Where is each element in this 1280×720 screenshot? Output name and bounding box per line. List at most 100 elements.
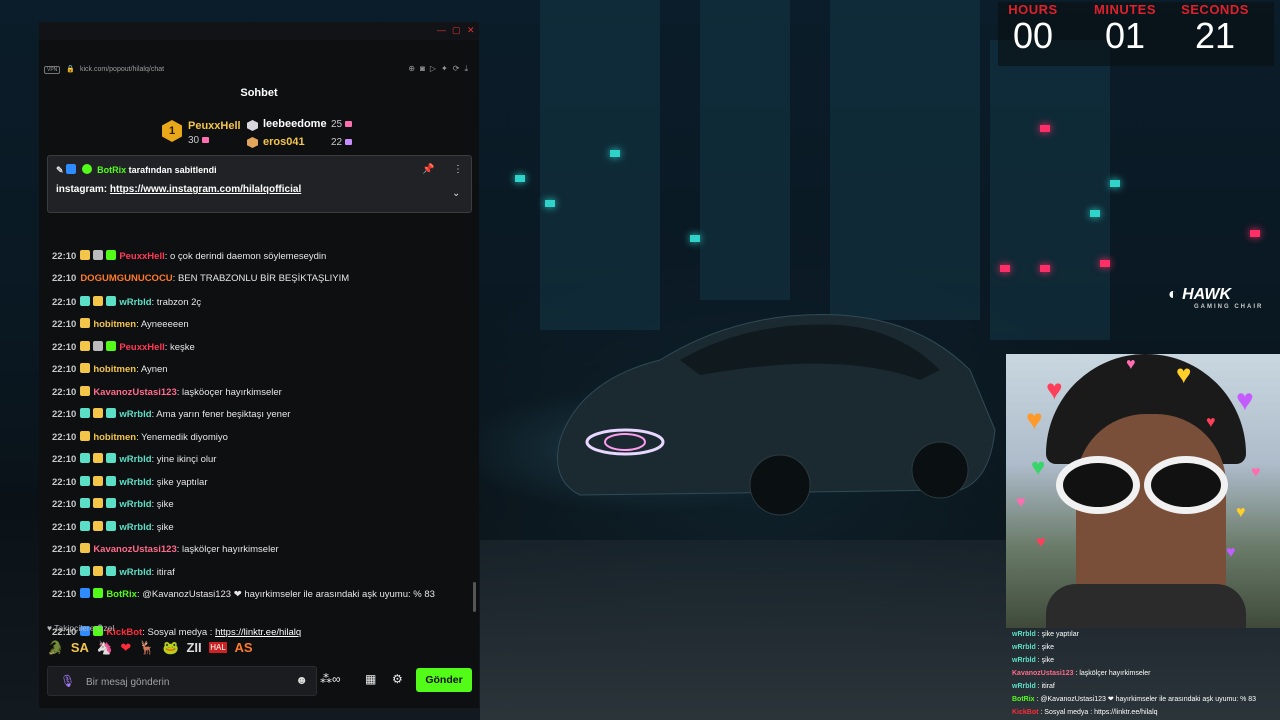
overlay-username: wRrbld — [1012, 683, 1036, 690]
message-username[interactable]: KavanozUstasi123 — [93, 387, 176, 398]
message-username[interactable]: KavanozUstasi123 — [93, 544, 176, 555]
chat-message: 22:10 wRrbld: şike yaptılar — [52, 476, 462, 489]
message-username[interactable]: hobitmen — [93, 432, 136, 443]
user-badge-icon — [93, 341, 104, 351]
message-link[interactable]: https://linktr.ee/hilalq — [215, 627, 301, 638]
user-badge-icon — [80, 318, 91, 328]
chat-window: — ▢ ✕ VPN 🔒 kick.com/popout/hilalq/chat … — [39, 22, 479, 708]
top-gifter-name[interactable]: PeuxxHell — [188, 120, 241, 132]
more-options-icon[interactable]: ⋮ — [453, 164, 463, 175]
chat-message: 22:10 hobitmen: Aynen — [52, 363, 462, 376]
heart-icon: ♥ — [1026, 404, 1043, 435]
overlay-username: wRrbld — [1012, 631, 1036, 638]
send-button[interactable]: Gönder — [416, 668, 472, 692]
gifter3-count: 22 — [331, 137, 353, 148]
message-timestamp: 22:10 — [52, 454, 77, 465]
emote[interactable]: 🦄 — [97, 640, 113, 656]
chevron-down-icon[interactable]: ⌄ — [452, 188, 460, 199]
scrollbar[interactable] — [473, 582, 476, 612]
message-timestamp: 22:10 — [52, 387, 77, 398]
overlay-text: : laşkölçer hayırkimseler — [1073, 670, 1151, 677]
rank3-badge-icon — [247, 137, 258, 148]
message-username[interactable]: wRrbld — [119, 499, 151, 510]
overlay-username: wRrbld — [1012, 644, 1036, 651]
message-username[interactable]: wRrbld — [119, 297, 151, 308]
emote[interactable]: SA — [71, 640, 89, 655]
message-username[interactable]: hobitmen — [93, 319, 136, 330]
message-text: : Ayneeeeen — [136, 319, 189, 330]
message-username[interactable]: DOGUMGUNUCOCU — [80, 273, 172, 284]
message-timestamp: 22:10 — [52, 251, 77, 262]
hours-value: 00 — [1012, 15, 1054, 56]
url-text[interactable]: kick.com/popout/hilalq/chat — [80, 66, 164, 73]
address-bar[interactable]: VPN 🔒 kick.com/popout/hilalq/chat ⊕◙▷✦⟳⤓ — [39, 60, 479, 82]
emote-bar[interactable]: 🐊 SA 🦄 ❤ 🦌 🐸 ZII HAL AS — [47, 639, 257, 659]
overlay-chat: wRrbld : şike yaptılar wRrbld : şike wRrbl… — [1012, 628, 1280, 720]
message-username[interactable]: BotRix — [106, 589, 137, 600]
browser-toolbar-icons[interactable]: ⊕◙▷✦⟳⤓ — [408, 64, 473, 74]
heart-icon: ♥ — [1236, 504, 1246, 521]
gifter3-name[interactable]: eros041 — [263, 136, 305, 148]
vpn-badge[interactable]: VPN — [44, 66, 61, 74]
overlay-text: : Sosyal medya : https://linktr.ee/hilal… — [1038, 709, 1158, 716]
rank2-badge-icon — [247, 120, 258, 131]
message-username[interactable]: PeuxxHell — [119, 251, 164, 262]
emoji-picker-icon[interactable]: ☻ — [295, 673, 308, 687]
emote[interactable]: AS — [234, 640, 252, 655]
message-username[interactable]: wRrbld — [119, 477, 151, 488]
message-username[interactable]: wRrbld — [119, 454, 151, 465]
minimize-icon[interactable]: — — [437, 25, 446, 35]
emote[interactable]: HAL — [209, 642, 227, 654]
points-icon[interactable]: ⁂∞ — [320, 672, 341, 686]
message-input-container[interactable]: 🎙 ☻ — [47, 666, 317, 696]
seconds-value: 21 — [1194, 15, 1236, 56]
pinned-link[interactable]: https://www.instagram.com/hilalqofficial — [110, 184, 301, 195]
user-badge-icon — [93, 453, 104, 463]
emote[interactable]: 🐊 — [47, 640, 63, 656]
emote[interactable]: ZII — [186, 640, 201, 655]
message-input[interactable] — [84, 672, 288, 692]
neon-light — [1090, 210, 1100, 217]
emote[interactable]: 🦌 — [139, 640, 155, 656]
overlay-chat-row: wRrbld : şike — [1012, 641, 1280, 654]
heart-icon: ♥ — [1031, 454, 1046, 481]
chat-title: Sohbet — [240, 87, 278, 99]
message-timestamp: 22:10 — [52, 297, 77, 308]
message-username[interactable]: PeuxxHell — [119, 342, 164, 353]
maximize-icon[interactable]: ▢ — [452, 25, 461, 36]
emote[interactable]: 🐸 — [163, 640, 179, 656]
chat-message: 22:10 PeuxxHell: o çok derindi daemon söy… — [52, 250, 462, 263]
message-username[interactable]: wRrbld — [119, 522, 151, 533]
pinned-by-user[interactable]: BotRix — [97, 165, 126, 175]
user-badge-icon — [80, 386, 91, 396]
neon-light — [1040, 265, 1050, 272]
gift-shop-icon[interactable]: ▦ — [365, 672, 376, 686]
gift-icon — [345, 121, 353, 128]
message-username[interactable]: wRrbld — [119, 567, 151, 578]
message-timestamp: 22:10 — [52, 319, 77, 330]
overlay-text: : şike yaptılar — [1035, 631, 1079, 638]
message-timestamp: 22:10 — [52, 522, 77, 533]
gear-icon[interactable]: ⚙ — [392, 672, 403, 686]
unpin-icon[interactable]: 📌 — [422, 164, 434, 175]
message-timestamp: 22:10 — [52, 409, 77, 420]
user-badge-icon — [80, 363, 91, 373]
neon-light — [515, 175, 525, 182]
message-username[interactable]: wRrbld — [119, 409, 151, 420]
user-badge-icon — [80, 476, 91, 486]
gifter2-name[interactable]: leebeedome — [263, 118, 327, 130]
building — [830, 0, 980, 320]
heart-icon: ♥ — [1046, 374, 1063, 405]
close-icon[interactable]: ✕ — [467, 25, 475, 36]
followers-only-label: ♥ Takipçilere Özel — [47, 623, 114, 633]
pinned-message[interactable]: ✎ BotRix tarafından sabitlendi instagram… — [47, 155, 472, 213]
verified-icon — [81, 164, 92, 174]
user-badge-icon — [106, 250, 117, 260]
message-timestamp: 22:10 — [52, 589, 77, 600]
microphone-icon[interactable]: 🎙 — [60, 674, 75, 688]
emote[interactable]: ❤ — [120, 640, 131, 656]
user-badge-icon — [80, 453, 91, 463]
user-badge-icon — [106, 566, 117, 576]
neon-light — [1110, 180, 1120, 187]
message-username[interactable]: hobitmen — [93, 364, 136, 375]
